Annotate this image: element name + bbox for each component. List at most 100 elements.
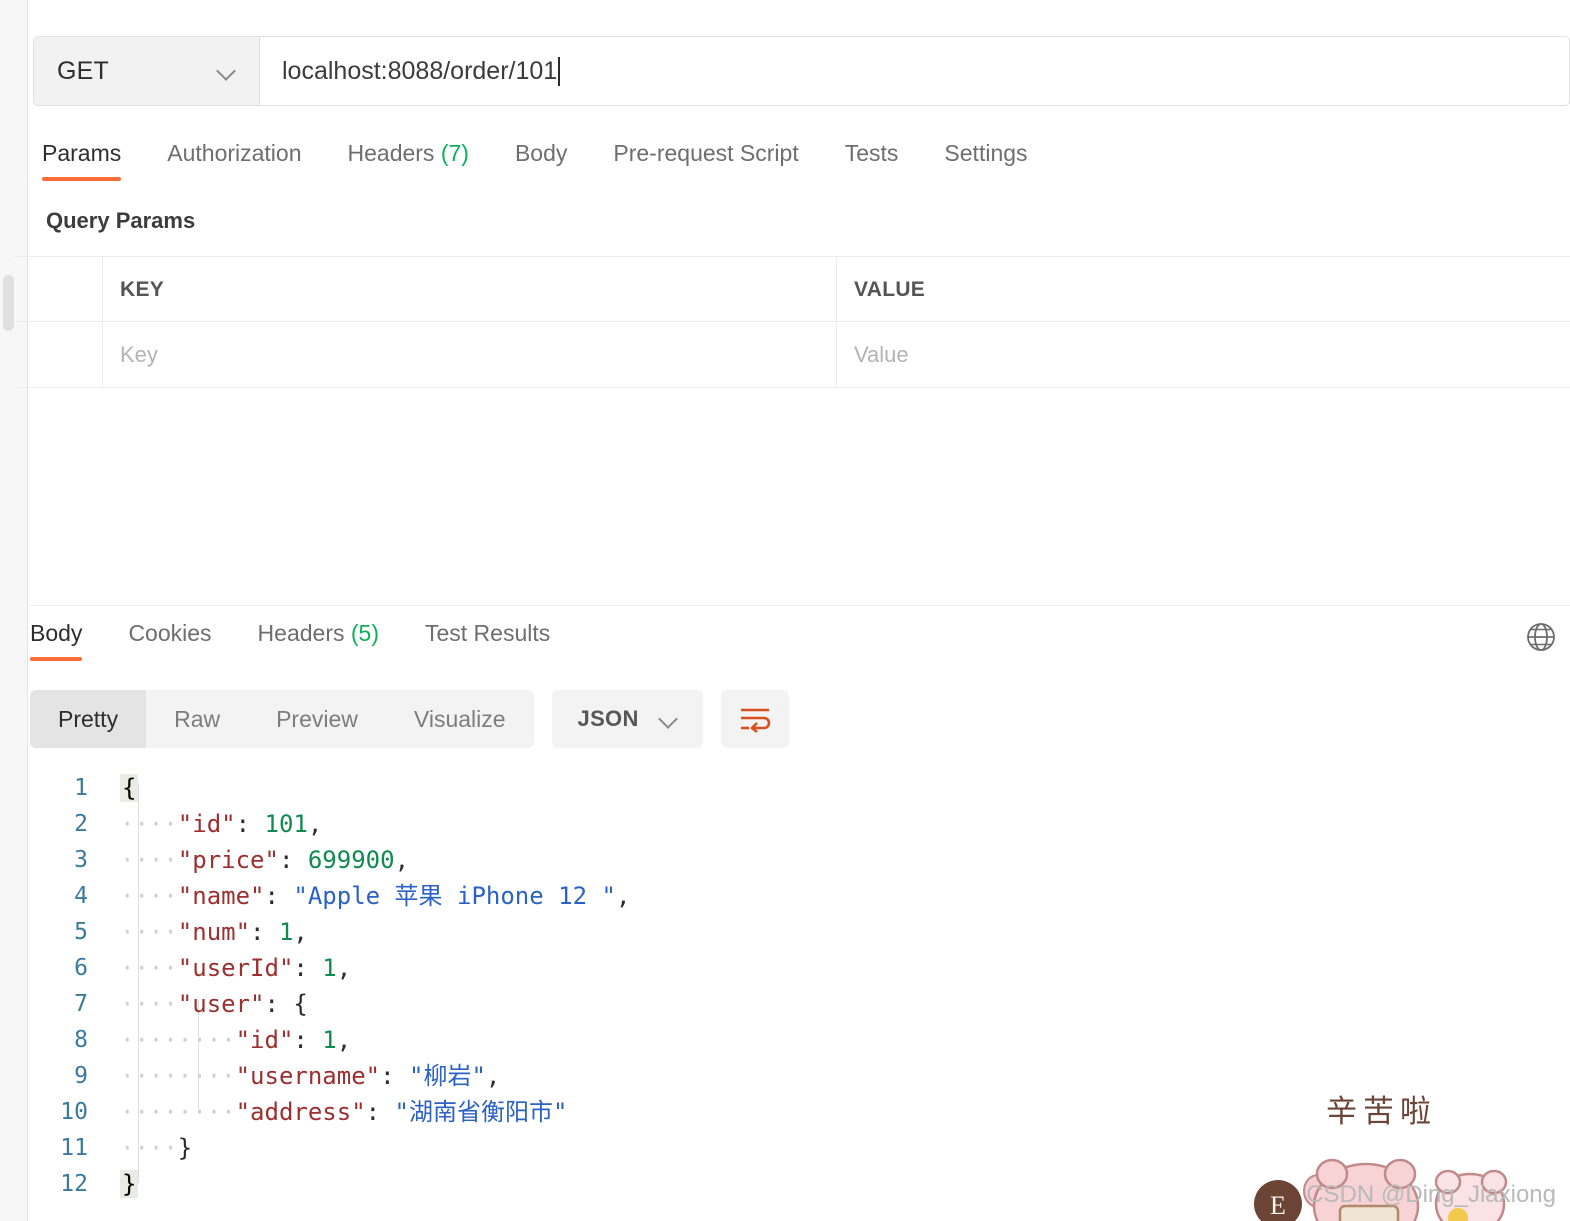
indent-dots: ···· xyxy=(177,1026,236,1054)
code-line: 1{ xyxy=(30,770,1570,806)
code-token: "Apple 苹果 iPhone 12 " xyxy=(293,882,616,910)
code-line: 6 ····"userId": 1, xyxy=(30,950,1570,986)
code-token: : xyxy=(264,990,294,1018)
code-line-content: ····"id": 101, xyxy=(110,806,322,842)
csdn-watermark: CSDN @Ding_Jiaxiong xyxy=(1306,1181,1556,1208)
view-mode-segmented-control: Pretty Raw Preview Visualize xyxy=(30,690,534,748)
code-line-content: } xyxy=(110,1166,139,1202)
tab-label: Headers xyxy=(257,620,345,646)
word-wrap-button[interactable] xyxy=(720,690,789,748)
indent-dots: ···· xyxy=(177,1062,236,1090)
indent-dots: ···· xyxy=(120,846,178,874)
code-token: "name" xyxy=(177,882,265,910)
response-format-select[interactable]: JSON xyxy=(551,690,703,748)
request-tab-settings[interactable]: Settings xyxy=(944,140,1050,181)
code-line-content: ····"price": 699900, xyxy=(110,842,409,878)
chevron-down-icon xyxy=(659,709,679,729)
query-params-table: KEY VALUE Key Value xyxy=(15,256,1570,388)
code-token: "price" xyxy=(177,846,279,874)
view-mode-raw[interactable]: Raw xyxy=(146,690,248,748)
response-tab-test-results[interactable]: Test Results xyxy=(425,620,573,661)
request-tab-params[interactable]: Params xyxy=(42,140,144,181)
code-line-content: ········"id": 1, xyxy=(110,1022,351,1058)
http-method-label: GET xyxy=(57,56,109,85)
view-mode-preview[interactable]: Preview xyxy=(248,690,386,748)
table-header-row: KEY VALUE xyxy=(15,257,1570,322)
request-tab-pre-request-script[interactable]: Pre-request Script xyxy=(613,140,821,181)
code-line: 5 ····"num": 1, xyxy=(30,914,1570,950)
tab-label: Headers xyxy=(347,140,435,166)
request-url-input[interactable]: localhost:8088/order/101 xyxy=(260,36,1570,106)
response-tabs: Body Cookies Headers (5) Test Results xyxy=(30,620,596,670)
request-tabs: Params Authorization Headers (7) Body Pre-re… xyxy=(42,140,1074,188)
code-token: , xyxy=(394,846,410,874)
code-line-content: ····"num": 1, xyxy=(110,914,308,950)
line-number: 1 xyxy=(74,775,88,801)
response-tab-body[interactable]: Body xyxy=(30,620,105,661)
code-token: } xyxy=(177,1134,193,1162)
response-tab-cookies[interactable]: Cookies xyxy=(128,620,234,661)
indent-dots: ···· xyxy=(120,1134,178,1162)
view-mode-visualize[interactable]: Visualize xyxy=(386,690,534,748)
tab-label: Cookies xyxy=(128,620,212,646)
indent-dots: ···· xyxy=(120,1098,178,1126)
tab-label: Params xyxy=(42,140,122,166)
code-token: , xyxy=(485,1062,501,1090)
header-key-cell: KEY xyxy=(103,257,837,322)
line-number: 12 xyxy=(60,1171,88,1197)
code-token: } xyxy=(120,1170,139,1198)
tab-label: Body xyxy=(514,140,568,166)
view-mode-pretty[interactable]: Pretty xyxy=(30,690,147,748)
code-token: "柳岩" xyxy=(409,1062,486,1090)
code-token: 1 xyxy=(322,954,337,982)
code-token: : xyxy=(278,846,308,874)
column-header-value: VALUE xyxy=(854,277,926,301)
code-token: "user" xyxy=(177,990,265,1018)
query-params-title: Query Params xyxy=(46,208,196,233)
indent-dots: ···· xyxy=(120,810,178,838)
indent-dots: ···· xyxy=(177,1098,236,1126)
response-format-toolbar: Pretty Raw Preview Visualize JSON xyxy=(30,690,789,748)
tab-count-badge: (5) xyxy=(344,620,379,646)
globe-icon[interactable] xyxy=(1524,620,1558,654)
response-section-divider xyxy=(29,605,1570,606)
request-tab-body[interactable]: Body xyxy=(515,140,590,181)
postman-window: GET localhost:8088/order/101 Params Autho… xyxy=(0,0,1570,1221)
param-key-input[interactable]: Key xyxy=(103,322,837,387)
code-token: : xyxy=(235,810,265,838)
code-token: 699900 xyxy=(307,846,395,874)
response-format-value: JSON xyxy=(577,706,639,731)
line-number: 2 xyxy=(74,811,88,837)
code-token: "id" xyxy=(177,810,236,838)
param-value-input[interactable]: Value xyxy=(837,322,1570,387)
text-caret xyxy=(558,56,560,86)
code-token: { xyxy=(293,990,308,1018)
request-tab-authorization[interactable]: Authorization xyxy=(167,140,324,181)
left-rail xyxy=(0,0,28,1221)
code-token: "id" xyxy=(235,1026,294,1054)
code-line-content: { xyxy=(110,770,139,806)
code-token: "num" xyxy=(177,918,251,946)
vertical-scrollbar-thumb[interactable] xyxy=(3,275,14,331)
response-tab-headers[interactable]: Headers (5) xyxy=(258,620,402,661)
code-token: , xyxy=(336,954,352,982)
code-line-content: ········"username": "柳岩", xyxy=(110,1058,500,1094)
chevron-down-icon xyxy=(217,61,237,81)
code-token: : xyxy=(250,918,279,946)
indent-dots: ···· xyxy=(120,954,178,982)
tab-label: Body xyxy=(30,620,83,646)
request-tab-headers[interactable]: Headers (7) xyxy=(348,140,492,181)
code-line: 7 ····"user": { xyxy=(30,986,1570,1022)
request-tab-tests[interactable]: Tests xyxy=(845,140,922,181)
request-url-value: localhost:8088/order/101 xyxy=(282,56,558,85)
code-token: : xyxy=(264,882,294,910)
tab-label: Pre-request Script xyxy=(613,140,799,166)
tab-label: Tests xyxy=(844,140,899,166)
row-checkbox-cell[interactable] xyxy=(15,322,103,387)
code-token: "userId" xyxy=(177,954,294,982)
request-url-row: GET localhost:8088/order/101 xyxy=(33,36,1570,106)
code-token: 1 xyxy=(278,918,294,946)
code-token: , xyxy=(336,1026,352,1054)
http-method-select[interactable]: GET xyxy=(33,36,260,106)
code-token: "address" xyxy=(235,1098,366,1126)
